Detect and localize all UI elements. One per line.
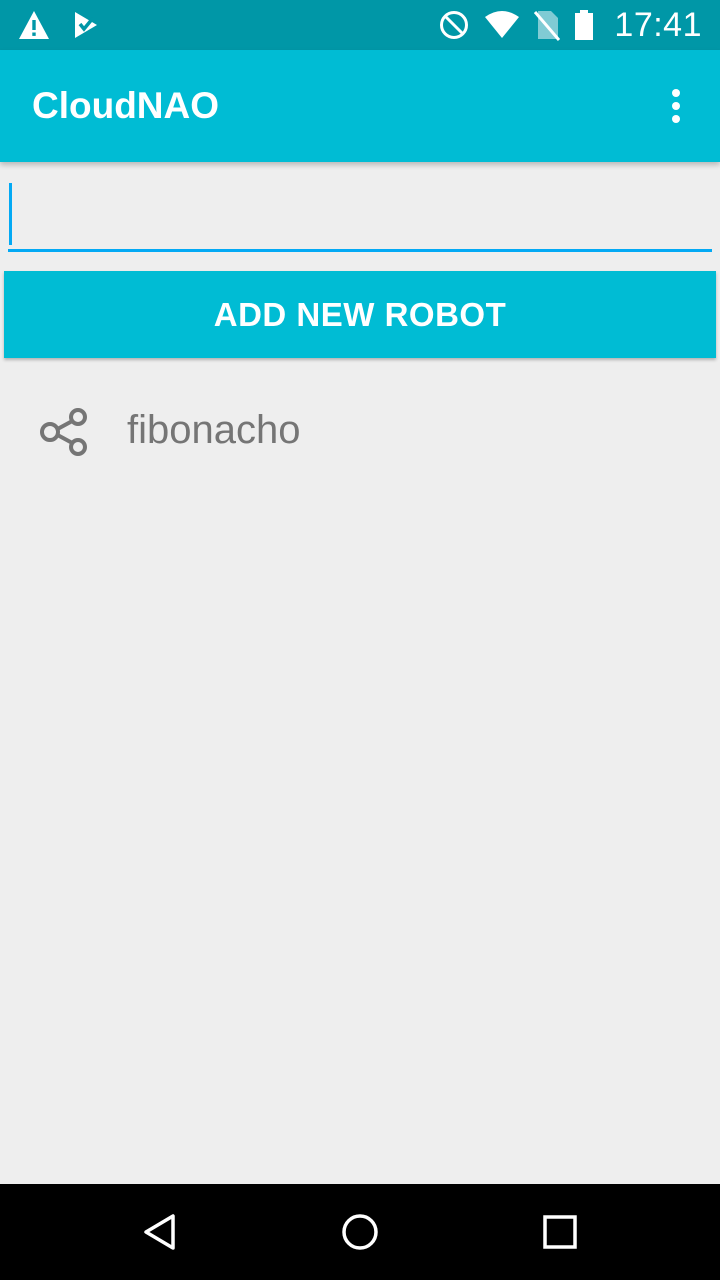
warning-icon	[18, 10, 50, 40]
app-title: CloudNAO	[32, 85, 220, 126]
list-item[interactable]: fibonacho	[0, 380, 720, 480]
robot-name-label: fibonacho	[127, 408, 301, 452]
home-button[interactable]	[330, 1202, 390, 1262]
recents-button[interactable]	[530, 1202, 590, 1262]
back-button[interactable]	[130, 1202, 190, 1262]
home-icon	[340, 1212, 380, 1252]
add-new-robot-button[interactable]: ADD NEW ROBOT	[4, 271, 716, 358]
battery-icon	[574, 9, 594, 41]
robot-name-input[interactable]	[8, 176, 712, 252]
navigation-bar	[0, 1184, 720, 1280]
robot-list: fibonacho	[0, 380, 720, 480]
status-bar: 17:41	[0, 0, 720, 50]
more-vert-icon	[671, 88, 681, 124]
status-right-icons: 17:41	[438, 0, 702, 50]
overflow-menu-button[interactable]	[652, 78, 700, 134]
text-cursor	[9, 183, 12, 245]
screen: 17:41 CloudNAO ADD NEW ROBOT fibonacho	[0, 0, 720, 1280]
checklist-icon	[72, 10, 100, 40]
wifi-icon	[484, 11, 520, 39]
share-icon	[38, 406, 90, 458]
do-not-disturb-icon	[438, 9, 470, 41]
back-icon	[140, 1212, 180, 1252]
no-sim-icon	[534, 9, 561, 41]
recents-icon	[540, 1212, 580, 1252]
status-left-icons	[18, 8, 100, 42]
app-bar: CloudNAO	[0, 50, 720, 162]
status-time: 17:41	[614, 5, 702, 44]
